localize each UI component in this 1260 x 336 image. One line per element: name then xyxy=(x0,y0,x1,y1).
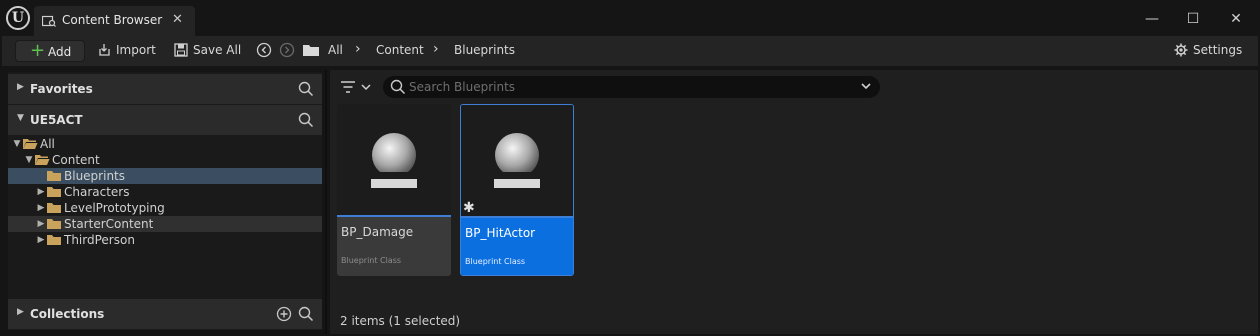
asset-type: Blueprint Class xyxy=(341,256,402,265)
settings-label: Settings xyxy=(1193,43,1243,57)
tree-item-label: All xyxy=(40,137,55,151)
chevron-right-icon[interactable]: ▶ xyxy=(17,307,24,317)
chevron-right-icon[interactable]: ▶ xyxy=(17,82,24,92)
forward-icon[interactable] xyxy=(279,42,295,58)
collections-title: Collections xyxy=(30,307,105,321)
blueprint-sphere-icon xyxy=(371,133,417,188)
import-button[interactable]: Import xyxy=(97,43,156,57)
chevron-right-icon[interactable]: › xyxy=(355,41,361,57)
chevron-down-icon[interactable] xyxy=(860,80,872,92)
asset-search-bar[interactable] xyxy=(383,76,880,98)
save-all-label: Save All xyxy=(193,43,242,57)
content-browser-icon xyxy=(42,15,56,27)
project-header[interactable]: ▼ UE5ACT xyxy=(8,105,322,135)
import-icon xyxy=(99,44,110,56)
tree-item-label: StarterContent xyxy=(64,217,154,231)
search-icon xyxy=(390,79,406,95)
breadcrumb-all[interactable]: All xyxy=(328,43,343,57)
favorites-title: Favorites xyxy=(30,82,93,96)
tree-item-label: Content xyxy=(52,153,100,167)
import-label: Import xyxy=(116,43,156,57)
chevron-right-icon[interactable]: ▶ xyxy=(36,187,46,197)
back-icon[interactable] xyxy=(256,42,272,58)
asset-name: BP_Damage xyxy=(341,225,414,239)
asset-tile-bp-damage[interactable]: BP_Damage Blueprint Class xyxy=(337,104,451,276)
favorites-header[interactable]: ▶ Favorites xyxy=(8,74,322,104)
tree-item-label: LevelPrototyping xyxy=(64,201,165,215)
save-all-button[interactable]: Save All xyxy=(174,43,241,57)
chevron-right-icon[interactable]: ▶ xyxy=(36,203,46,213)
maximize-icon[interactable]: ☐ xyxy=(1183,9,1203,29)
add-button[interactable]: + Add xyxy=(15,40,85,62)
filter-icon[interactable] xyxy=(340,79,374,95)
chevron-right-icon[interactable]: › xyxy=(433,41,439,57)
sources-panel: ▶ Favorites ▼ UE5ACT ▼ All ▼ Content Bluepri… xyxy=(8,72,322,330)
settings-button[interactable]: Settings xyxy=(1174,43,1242,57)
tree-item-all[interactable]: ▼ All xyxy=(8,136,322,152)
tree-item-content[interactable]: ▼ Content xyxy=(8,152,322,168)
plus-icon: + xyxy=(30,40,46,61)
toolbar: + Add Import Save All All › Content › Bl… xyxy=(2,36,1258,66)
tree-item-startercontent[interactable]: ▶ StarterContent xyxy=(8,216,322,232)
search-input[interactable] xyxy=(409,78,849,96)
asset-thumbnail xyxy=(337,104,451,216)
asset-thumbnail: ✱ xyxy=(461,105,573,217)
asset-view: BP_Damage Blueprint Class ✱ BP_HitActor … xyxy=(330,70,1258,334)
folder-icon[interactable] xyxy=(302,43,320,57)
folder-open-icon xyxy=(23,139,38,149)
asset-info: BP_Damage Blueprint Class xyxy=(337,217,451,276)
tree-item-label: ThirdPerson xyxy=(64,233,135,247)
tab-close-icon[interactable]: ✕ xyxy=(172,12,183,27)
search-icon[interactable] xyxy=(298,112,314,128)
minimize-icon[interactable]: — xyxy=(1142,9,1162,29)
search-icon[interactable] xyxy=(298,306,314,322)
chevron-down-icon[interactable]: ▼ xyxy=(24,155,34,165)
asset-tile-bp-hitactor[interactable]: ✱ BP_HitActor Blueprint Class xyxy=(460,104,574,276)
tab-label: Content Browser xyxy=(62,13,163,27)
tree-item-label: Characters xyxy=(64,185,130,199)
folder-icon xyxy=(47,171,61,181)
save-icon xyxy=(174,43,188,57)
add-label: Add xyxy=(48,45,72,59)
add-circle-icon[interactable] xyxy=(276,306,292,322)
breadcrumb-blueprints[interactable]: Blueprints xyxy=(454,43,515,57)
asset-info: BP_HitActor Blueprint Class xyxy=(461,218,573,275)
folder-icon xyxy=(47,203,61,213)
breadcrumb-content[interactable]: Content xyxy=(376,43,424,57)
chevron-right-icon[interactable]: ▶ xyxy=(36,235,46,245)
status-text: 2 items (1 selected) xyxy=(340,314,461,328)
folder-icon xyxy=(47,235,61,245)
folder-icon xyxy=(47,219,61,229)
unreal-logo-icon[interactable]: U xyxy=(6,6,30,30)
tree-item-levelprototyping[interactable]: ▶ LevelPrototyping xyxy=(8,200,322,216)
tree-item-blueprints[interactable]: Blueprints xyxy=(8,168,322,184)
chevron-down-icon[interactable]: ▼ xyxy=(17,113,24,123)
tree-item-characters[interactable]: ▶ Characters xyxy=(8,184,322,200)
collections-header[interactable]: ▶ Collections xyxy=(8,299,322,329)
close-icon[interactable]: ✕ xyxy=(1226,9,1246,29)
gear-icon xyxy=(1174,43,1188,57)
asset-name: BP_HitActor xyxy=(465,226,536,240)
search-icon[interactable] xyxy=(298,81,314,97)
modified-star-icon: ✱ xyxy=(463,200,475,216)
blueprint-sphere-icon xyxy=(494,133,540,188)
tab-content-browser[interactable]: Content Browser ✕ xyxy=(34,6,195,36)
chevron-right-icon[interactable]: ▶ xyxy=(36,219,46,229)
chevron-down-icon[interactable]: ▼ xyxy=(12,139,22,149)
title-bar: U Content Browser ✕ — ☐ ✕ xyxy=(0,0,1260,36)
tree-item-label: Blueprints xyxy=(64,169,126,183)
tree-item-thirdperson[interactable]: ▶ ThirdPerson xyxy=(8,232,322,248)
panel-splitter[interactable] xyxy=(325,70,327,334)
asset-type: Blueprint Class xyxy=(465,257,526,266)
folder-open-icon xyxy=(35,155,50,165)
folder-icon xyxy=(47,187,61,197)
project-title: UE5ACT xyxy=(30,113,83,127)
